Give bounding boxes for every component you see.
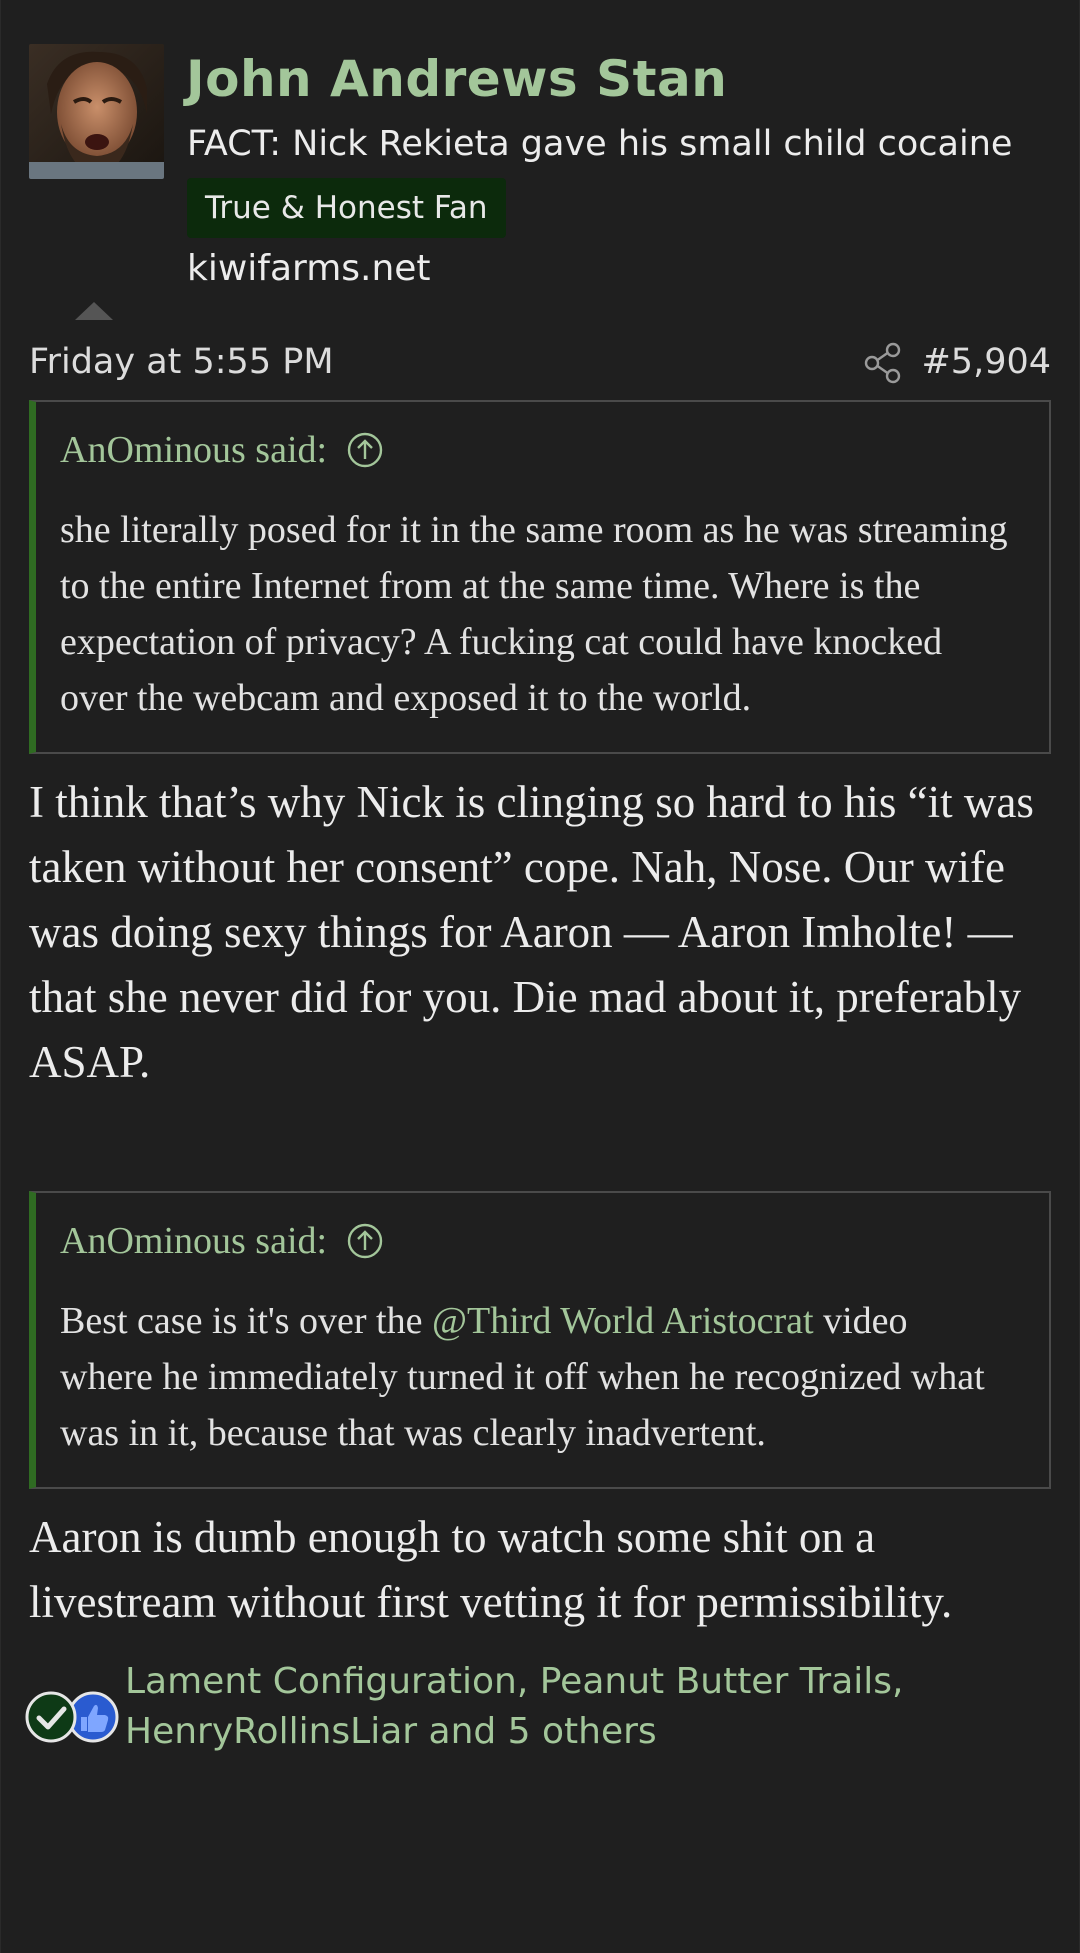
check-reaction-icon [25, 1691, 77, 1743]
quote-text-before: Best case is it's over the [60, 1300, 432, 1342]
quote-author-row[interactable]: AnOminous said: [60, 1213, 1009, 1269]
user-site-label: kiwifarms.net [187, 248, 431, 289]
user-mention-link[interactable]: @Third World Aristocrat [432, 1300, 814, 1342]
quote-block: AnOminous said: Best case is it's over t… [29, 1191, 1051, 1489]
forum-post: John Andrews Stan FACT: Nick Rekieta gav… [0, 0, 1080, 1953]
post-reply-text: Aaron is dumb enough to watch some shit … [29, 1512, 953, 1627]
user-title: FACT: Nick Rekieta gave his small child … [187, 124, 1013, 164]
quote-body: Best case is it's over the @Third World … [60, 1293, 1009, 1461]
post-author-header: John Andrews Stan FACT: Nick Rekieta gav… [1, 0, 1079, 328]
user-avatar-photo [29, 44, 164, 179]
quote-author-label[interactable]: AnOminous said: [60, 428, 327, 472]
arrow-up-circle-icon[interactable] [347, 1223, 383, 1259]
post-number-link[interactable]: #5,904 [921, 342, 1051, 382]
share-icon[interactable] [863, 342, 903, 384]
arrow-up-circle-icon[interactable] [347, 432, 383, 468]
post-reply-text: I think that’s why Nick is clinging so h… [29, 777, 1034, 1087]
post-date-link[interactable]: Friday at 5:55 PM [29, 342, 334, 382]
reaction-icons[interactable] [21, 1687, 121, 1747]
post-meta-bar: Friday at 5:55 PM #5,904 [1, 328, 1079, 400]
user-banner-badge: True & Honest Fan [187, 178, 506, 238]
quote-body: she literally posed for it in the same r… [60, 509, 1008, 719]
reactions-list-link[interactable]: Lament Configuration, Peanut Butter Trai… [125, 1657, 1005, 1757]
quote-author-row[interactable]: AnOminous said: [60, 422, 1009, 478]
username[interactable]: John Andrews Stan [186, 50, 727, 108]
quote-author-label[interactable]: AnOminous said: [60, 1219, 327, 1263]
quote-block: AnOminous said: she literally posed for … [29, 400, 1051, 754]
user-avatar[interactable] [29, 44, 164, 179]
caret-up-icon [75, 302, 113, 320]
reactions-bar: Lament Configuration, Peanut Butter Trai… [1, 1657, 1079, 1767]
